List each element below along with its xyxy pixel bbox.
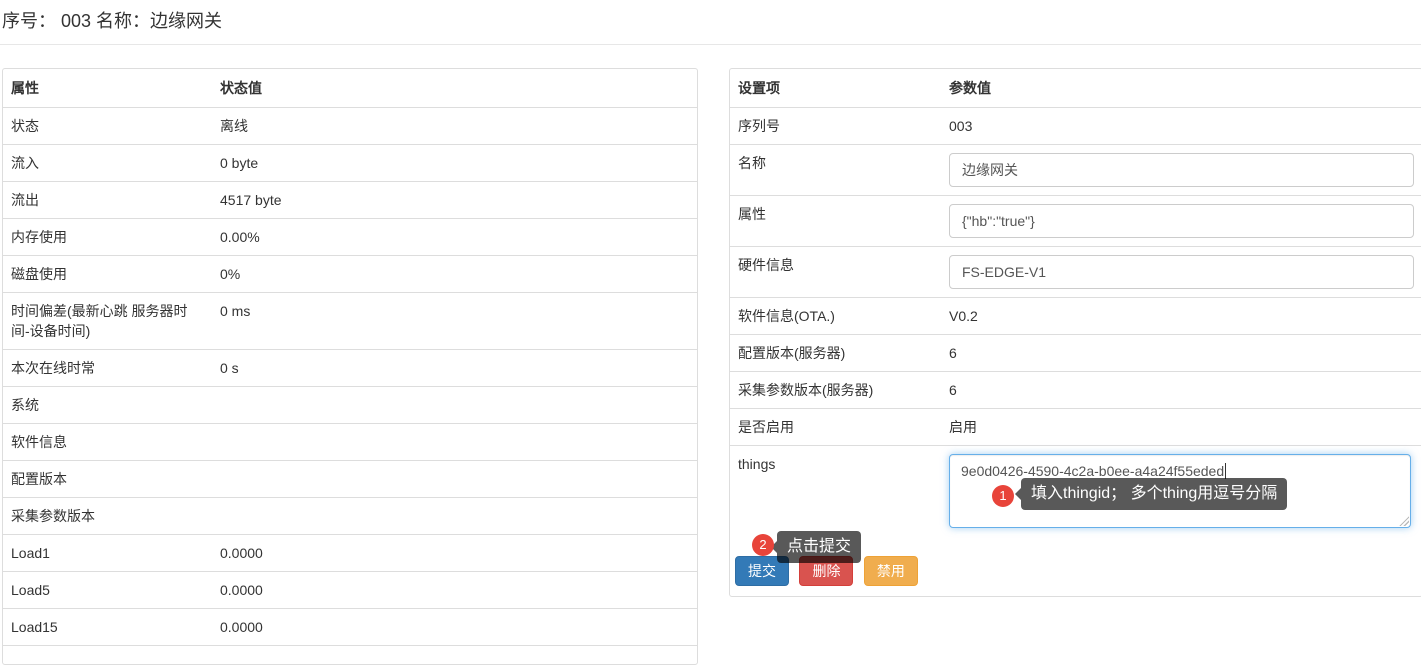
table-row: 是否启用 启用 [730, 409, 1421, 446]
table-row: Load50.0000 [3, 572, 697, 609]
header-divider [0, 44, 1421, 45]
row-value [212, 461, 697, 498]
table-row: 属性 [730, 196, 1421, 247]
device-status-panel: 属性 状态值 状态离线 流入0 byte 流出4517 byte 内存使用0.0… [2, 68, 698, 665]
table-row: 软件信息 [3, 424, 697, 461]
status-col-header-attribute: 属性 [3, 69, 212, 108]
row-value: 0.00% [212, 219, 697, 256]
row-value: 0.0000 [212, 535, 697, 572]
hint-badge-1[interactable]: 1 [992, 485, 1014, 507]
row-value: 0 ms [212, 293, 697, 350]
things-text: 9e0d0426-4590-4c2a-b0ee-a4a24f55eded [961, 463, 1224, 479]
row-label: 软件信息 [3, 424, 212, 461]
row-label: 属性 [730, 196, 941, 247]
row-label: 状态 [3, 108, 212, 145]
collect-param-version-value: 6 [941, 372, 1421, 409]
table-row: 采集参数版本 [3, 498, 697, 535]
status-table-header-row: 属性 状态值 [3, 69, 697, 108]
table-row: 配置版本 [3, 461, 697, 498]
row-value [212, 424, 697, 461]
table-row: 配置版本(服务器) 6 [730, 335, 1421, 372]
table-row: 名称 [730, 145, 1421, 196]
table-row: Load150.0000 [3, 609, 697, 646]
hint-badge-2[interactable]: 2 [752, 534, 774, 556]
hint-tooltip-2: 点击提交 [777, 531, 861, 563]
row-value [212, 387, 697, 424]
row-label: 是否启用 [730, 409, 941, 446]
table-row: 采集参数版本(服务器) 6 [730, 372, 1421, 409]
row-value [212, 498, 697, 535]
hint-tooltip-1: 填入thingid； 多个thing用逗号分隔 [1021, 478, 1287, 510]
device-settings-panel: 设置项 参数值 序列号 003 名称 属性 硬件信息 [729, 68, 1421, 597]
disable-button[interactable]: 禁用 [864, 556, 918, 586]
settings-col-header-item: 设置项 [730, 69, 941, 108]
row-value: 0.0000 [212, 572, 697, 609]
row-label: Load15 [3, 609, 212, 646]
row-value [941, 196, 1421, 247]
row-label: 内存使用 [3, 219, 212, 256]
row-label: 配置版本 [3, 461, 212, 498]
table-row: 时间偏差(最新心跳 服务器时间-设备时间)0 ms [3, 293, 697, 350]
page-title: 序号： 003 名称：边缘网关 [2, 7, 222, 33]
config-version-value: 6 [941, 335, 1421, 372]
row-label: 流入 [3, 145, 212, 182]
text-caret [1225, 463, 1226, 479]
row-label: 采集参数版本 [3, 498, 212, 535]
row-label: 硬件信息 [730, 247, 941, 298]
row-label: things [730, 446, 941, 537]
table-row: Load10.0000 [3, 535, 697, 572]
row-label: 磁盘使用 [3, 256, 212, 293]
row-label: 系统 [3, 387, 212, 424]
row-value: 0 s [212, 350, 697, 387]
settings-table-header-row: 设置项 参数值 [730, 69, 1421, 108]
row-value: 4517 byte [212, 182, 697, 219]
status-col-header-value: 状态值 [212, 69, 697, 108]
serial-number-value: 003 [941, 108, 1421, 145]
table-row: 序列号 003 [730, 108, 1421, 145]
attributes-input[interactable] [949, 204, 1414, 238]
row-value [941, 247, 1421, 298]
table-row: 流出4517 byte [3, 182, 697, 219]
table-row: 硬件信息 [730, 247, 1421, 298]
resize-grip-icon[interactable] [1398, 515, 1409, 526]
row-value: 0% [212, 256, 697, 293]
row-value: 离线 [212, 108, 697, 145]
hardware-info-input[interactable] [949, 255, 1414, 289]
table-row: 内存使用0.00% [3, 219, 697, 256]
enabled-value: 启用 [941, 409, 1421, 446]
row-label: 本次在线时常 [3, 350, 212, 387]
table-row: 软件信息(OTA.) V0.2 [730, 298, 1421, 335]
row-value: 0 byte [212, 145, 697, 182]
table-row: 磁盘使用0% [3, 256, 697, 293]
software-info-value: V0.2 [941, 298, 1421, 335]
row-label: 采集参数版本(服务器) [730, 372, 941, 409]
row-value: 0.0000 [212, 609, 697, 646]
table-row: 状态离线 [3, 108, 697, 145]
settings-col-header-value: 参数值 [941, 69, 1421, 108]
row-label: 流出 [3, 182, 212, 219]
row-value [941, 145, 1421, 196]
table-row: 流入0 byte [3, 145, 697, 182]
row-label: 软件信息(OTA.) [730, 298, 941, 335]
table-row: 系统 [3, 387, 697, 424]
name-input[interactable] [949, 153, 1414, 187]
row-label: 时间偏差(最新心跳 服务器时间-设备时间) [3, 293, 212, 350]
row-label: 序列号 [730, 108, 941, 145]
row-label: 配置版本(服务器) [730, 335, 941, 372]
row-label: 名称 [730, 145, 941, 196]
row-label: Load5 [3, 572, 212, 609]
status-table: 属性 状态值 状态离线 流入0 byte 流出4517 byte 内存使用0.0… [3, 69, 697, 646]
row-label: Load1 [3, 535, 212, 572]
settings-table: 设置项 参数值 序列号 003 名称 属性 硬件信息 [730, 69, 1421, 536]
table-row: 本次在线时常0 s [3, 350, 697, 387]
